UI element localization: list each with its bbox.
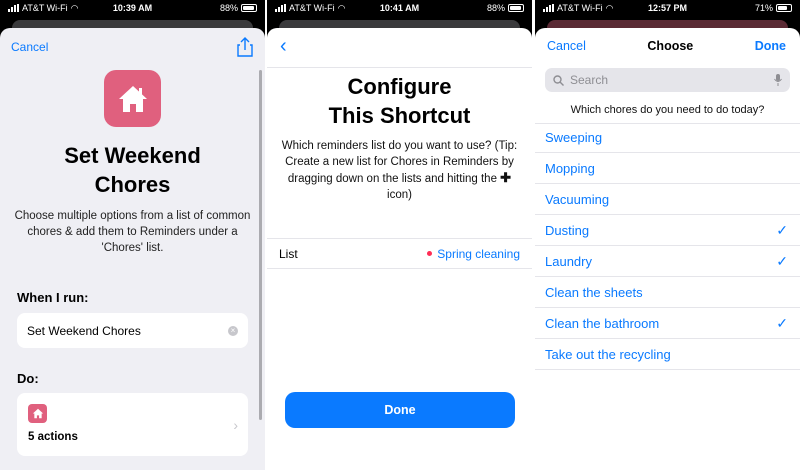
battery-percent: 71% (754, 3, 773, 13)
choose-sheet: Cancel Choose Done Search Which chores d… (535, 28, 800, 470)
chore-option-label: Mopping (545, 160, 595, 176)
chore-option-label: Clean the bathroom (545, 315, 660, 331)
screen-configure-shortcut: AT&T Wi-Fi ◠ 10:41 AM 88% ‹ Configure Th… (267, 0, 532, 470)
chore-option-label: Dusting (545, 222, 590, 238)
shortcut-title: Set Weekend Chores (64, 143, 201, 197)
chore-option-label: Laundry (545, 253, 592, 269)
signal-icon (8, 4, 19, 12)
phrase-value: Set Weekend Chores (27, 323, 141, 338)
shortcut-sheet: Cancel Set Weekend Chores Choose multipl… (0, 28, 265, 470)
chore-option[interactable]: Take out the recycling (535, 339, 800, 370)
chore-option[interactable]: Sweeping (535, 122, 800, 153)
chevron-left-icon[interactable]: ‹ (280, 35, 287, 58)
mini-app-icon (28, 404, 47, 423)
nav-bar: Cancel Choose Done (535, 28, 800, 64)
checkmark-icon: ✓ (776, 221, 788, 238)
configure-sheet: ‹ Configure This Shortcut Which reminder… (267, 28, 532, 470)
chevron-right-icon: › (233, 417, 238, 433)
phrase-field[interactable]: Set Weekend Chores × (17, 313, 248, 348)
done-button[interactable]: Done (755, 39, 786, 53)
when-i-run-heading: When I run: (17, 290, 89, 305)
magnifier-icon (553, 74, 564, 86)
search-placeholder: Search (570, 73, 609, 87)
chore-option-label: Vacuuming (545, 191, 610, 207)
battery-icon (241, 4, 257, 12)
battery-icon (508, 4, 524, 12)
checkmark-icon: ✓ (776, 252, 788, 269)
house-icon (118, 85, 147, 112)
house-icon (32, 408, 43, 419)
choose-prompt: Which chores do you need to do today? (535, 100, 800, 124)
cancel-button[interactable]: Cancel (11, 40, 48, 54)
actions-count: 5 actions (28, 431, 78, 443)
chore-options-list: Sweeping Mopping Vacuuming Dusting ✓ Laundry ✓… (535, 122, 800, 370)
clear-icon[interactable]: × (228, 325, 238, 336)
screen-shortcut-details: AT&T Wi-Fi ◠ 10:39 AM 88% Cancel Set Wee… (0, 0, 265, 470)
chore-option[interactable]: Mopping (535, 153, 800, 184)
chore-option[interactable]: Vacuuming (535, 184, 800, 215)
chore-option-label: Sweeping (545, 129, 603, 145)
carrier-label: AT&T Wi-Fi (22, 3, 68, 13)
checkmark-icon: ✓ (776, 314, 788, 331)
actions-card[interactable]: 5 actions › (17, 393, 248, 456)
chore-option[interactable]: Clean the sheets (535, 277, 800, 308)
share-icon[interactable] (237, 37, 253, 57)
search-field[interactable]: Search (545, 68, 790, 92)
wifi-icon: ◠ (337, 2, 346, 13)
configure-description: Which reminders list do you want to use?… (281, 140, 518, 201)
plus-icon: ✚ (500, 170, 512, 185)
scrollbar[interactable] (259, 70, 262, 420)
chore-option[interactable]: Laundry ✓ (535, 246, 800, 277)
do-heading: Do: (17, 371, 39, 386)
chore-option-label: Take out the recycling (545, 346, 671, 362)
battery-percent: 88% (219, 3, 238, 13)
configure-title: Configure This Shortcut (328, 74, 471, 128)
carrier-label: AT&T Wi-Fi (557, 3, 603, 13)
status-bar: AT&T Wi-Fi ◠ 10:39 AM 88% (0, 0, 265, 16)
nav-title: Choose (647, 39, 694, 53)
status-bar: AT&T Wi-Fi ◠ 12:57 PM 71% (535, 0, 800, 16)
wifi-icon: ◠ (70, 2, 79, 13)
list-value: Spring cleaning (437, 246, 520, 261)
chore-option[interactable]: Dusting ✓ (535, 215, 800, 246)
microphone-icon[interactable] (774, 74, 782, 86)
shortcut-description: Choose multiple options from a list of c… (14, 210, 251, 254)
shortcut-app-icon (104, 70, 161, 127)
signal-icon (275, 4, 286, 12)
status-bar: AT&T Wi-Fi ◠ 10:41 AM 88% (267, 0, 532, 16)
red-dot-icon (427, 251, 433, 256)
battery-percent: 88% (486, 3, 505, 13)
nav-bar (267, 28, 532, 68)
battery-icon (776, 4, 792, 12)
signal-icon (543, 4, 554, 12)
list-picker-row[interactable]: List Spring cleaning (267, 238, 532, 269)
cancel-button[interactable]: Cancel (547, 39, 586, 53)
list-label: List (279, 246, 298, 261)
chore-option-label: Clean the sheets (545, 284, 643, 300)
chore-option[interactable]: Clean the bathroom ✓ (535, 308, 800, 339)
wifi-icon: ◠ (605, 2, 614, 13)
carrier-label: AT&T Wi-Fi (289, 3, 335, 13)
done-button[interactable]: Done (285, 392, 515, 428)
screen-choose-chores: AT&T Wi-Fi ◠ 12:57 PM 71% Cancel Choose … (535, 0, 800, 470)
